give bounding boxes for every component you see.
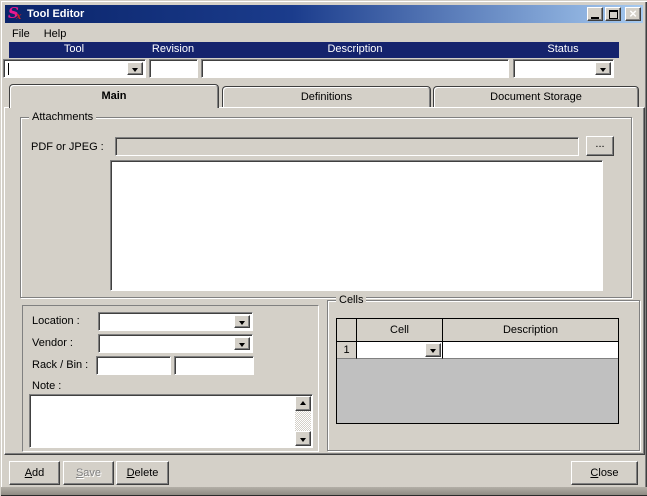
main-tab-panel: Attachments PDF or JPEG : ... Location :… [4,107,645,455]
note-scrollbar[interactable] [295,396,311,446]
pdf-jpeg-label: PDF or JPEG : [31,141,104,153]
maximize-icon [609,10,618,19]
tab-document-storage[interactable]: Document Storage [433,86,639,107]
vendor-combobox[interactable] [98,334,253,353]
chevron-down-icon [132,68,138,72]
app-icon: S x [7,6,23,22]
chevron-down-icon [300,438,306,442]
scroll-down-button[interactable] [295,431,311,446]
scroll-up-button[interactable] [295,396,311,411]
maximize-button[interactable] [605,7,621,21]
tool-editor-window: S x Tool Editor × File Help Tool Revisio… [0,0,647,495]
close-window-button[interactable]: × [625,7,641,21]
revision-field[interactable] [149,59,198,78]
column-label-description: Description [327,43,382,55]
cells-group: Cells Cell Description 1 [327,300,640,451]
menu-bar: File Help [5,25,73,42]
delete-button[interactable]: Delete [116,461,169,485]
add-button-label: Add [25,467,45,479]
note-label: Note : [32,380,61,392]
minimize-button[interactable] [587,7,603,21]
attachments-group-label: Attachments [29,111,96,124]
text-caret [8,63,9,75]
rack-bin-label: Rack / Bin : [32,359,88,371]
row-number-cell[interactable]: 1 [337,342,357,359]
chevron-down-icon [239,343,245,347]
title-bar[interactable]: S x Tool Editor × [5,5,643,23]
menu-help[interactable]: Help [37,26,74,42]
column-label-revision: Revision [152,43,194,55]
chevron-up-icon [300,401,306,405]
menu-file[interactable]: File [5,26,37,42]
app-icon-x: x [16,12,21,22]
chevron-down-icon [600,68,606,72]
cell-description-field[interactable] [443,342,618,359]
rack-field[interactable] [96,356,171,375]
field-header-band: Tool Revision Description Status [9,42,619,58]
tool-combobox[interactable] [3,59,146,78]
chevron-down-icon [430,349,436,353]
location-dropdown-button[interactable] [234,315,250,328]
grid-corner-header [337,319,357,342]
cells-group-label: Cells [336,294,366,307]
attachment-preview-area [110,160,603,291]
status-combobox[interactable] [513,59,614,78]
description-field[interactable] [201,59,509,78]
chevron-down-icon [239,321,245,325]
save-button-label: Save [76,467,101,479]
grid-header-description: Description [443,319,618,342]
note-textarea[interactable] [29,394,313,448]
location-combobox[interactable] [98,312,253,331]
tab-main[interactable]: Main [9,84,219,108]
grid-header-row: Cell Description [337,319,618,342]
close-button[interactable]: Close [571,461,638,485]
tab-definitions[interactable]: Definitions [222,86,431,107]
tool-dropdown-button[interactable] [127,62,143,75]
column-label-tool: Tool [64,43,84,55]
vendor-label: Vendor : [32,337,73,349]
vendor-dropdown-button[interactable] [234,337,250,350]
minimize-icon [591,17,599,19]
cell-combobox[interactable] [357,342,443,359]
bin-field[interactable] [174,356,254,375]
save-button[interactable]: Save [63,461,114,485]
browse-button[interactable]: ... [586,136,614,156]
close-icon: × [629,9,637,19]
window-title: Tool Editor [27,8,587,20]
browse-button-label: ... [595,138,604,150]
grid-header-cell: Cell [357,319,443,342]
location-label: Location : [32,315,80,327]
attachments-group: Attachments PDF or JPEG : ... [20,117,632,298]
grid-data-row: 1 [337,342,618,359]
close-button-label: Close [590,467,618,479]
delete-button-label: Delete [127,467,159,479]
add-button[interactable]: Add [9,461,60,485]
cells-grid: Cell Description 1 [336,318,619,424]
column-label-status: Status [547,43,578,55]
status-dropdown-button[interactable] [595,62,611,75]
pdf-jpeg-path-field[interactable] [115,137,579,156]
cell-dropdown-button[interactable] [425,343,441,357]
details-panel: Location : Vendor : Rack / Bin : Note : [22,305,319,452]
